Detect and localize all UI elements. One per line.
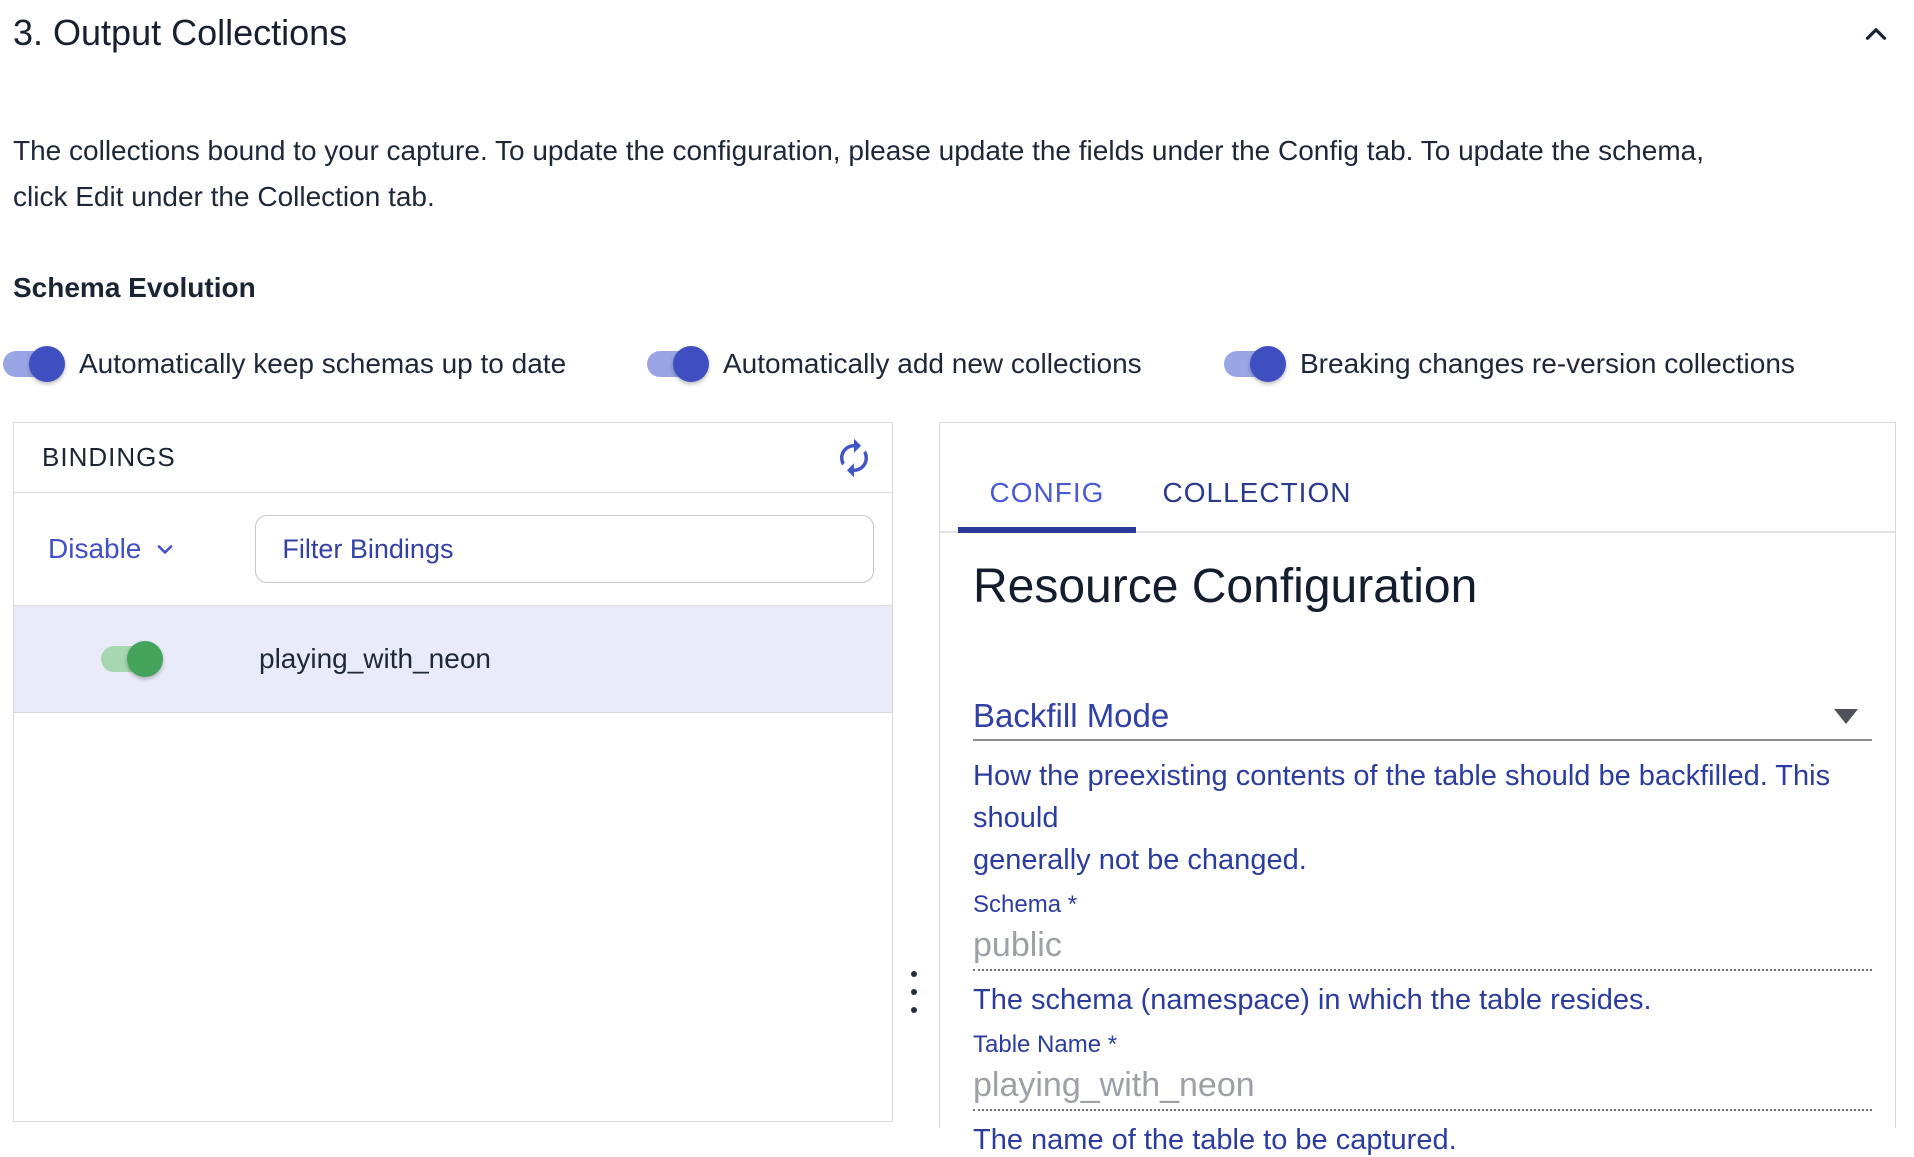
table-name-field-description: The name of the table to be captured. [973, 1123, 1870, 1157]
collapse-section-button[interactable] [1858, 16, 1894, 52]
drag-dot-icon [911, 1007, 917, 1013]
backfill-underline [973, 739, 1872, 741]
toggle-breaking-changes-reversion[interactable]: Breaking changes re-version collections [1222, 338, 1795, 390]
chevron-up-icon [1859, 17, 1893, 51]
switch-on-icon [645, 344, 709, 384]
table-name-field-underline [973, 1109, 1872, 1111]
binding-name: playing_with_neon [259, 643, 491, 675]
toggle-add-new-collections[interactable]: Automatically add new collections [645, 338, 1142, 390]
caret-down-icon [1834, 709, 1858, 724]
page-title: 3. Output Collections [13, 12, 347, 54]
backfill-mode-select[interactable]: Backfill Mode [973, 698, 1872, 734]
table-name-field-input [973, 1065, 1872, 1105]
section-description: The collections bound to your capture. T… [13, 128, 1893, 220]
drag-dot-icon [911, 989, 917, 995]
binding-row-playing-with-neon[interactable]: playing_with_neon [14, 606, 892, 713]
disable-label: Disable [48, 533, 141, 565]
tab-collection[interactable]: COLLECTION [1136, 423, 1378, 531]
bindings-panel: BINDINGS Disable playing_with_neon [13, 422, 893, 1122]
backfill-mode-label: Backfill Mode [973, 698, 1169, 734]
switch-on-icon [1, 344, 65, 384]
toggle-label: Automatically add new collections [723, 348, 1142, 380]
tab-config[interactable]: CONFIG [958, 423, 1136, 531]
refresh-bindings-button[interactable] [832, 436, 876, 480]
switch-on-icon [1222, 344, 1286, 384]
toggle-keep-schemas-up-to-date[interactable]: Automatically keep schemas up to date [1, 338, 566, 390]
table-name-field-label: Table Name * [973, 1031, 1870, 1059]
disable-dropdown-button[interactable]: Disable [48, 533, 177, 565]
toggle-label: Breaking changes re-version collections [1300, 348, 1795, 380]
panel-resize-handle[interactable] [903, 960, 925, 1024]
schema-field-label: Schema * [973, 891, 1870, 919]
bindings-controls-row: Disable [14, 493, 892, 606]
filter-bindings-input[interactable] [260, 534, 869, 565]
schema-evolution-heading: Schema Evolution [13, 272, 256, 304]
schema-field-input [973, 925, 1872, 965]
backfill-description: How the preexisting contents of the tabl… [973, 755, 1883, 881]
bindings-title: BINDINGS [42, 442, 176, 473]
drag-dot-icon [911, 971, 917, 977]
filter-bindings-field [255, 515, 874, 583]
chevron-down-icon [153, 537, 177, 561]
refresh-icon [833, 437, 875, 479]
schema-field-underline [973, 969, 1872, 971]
toggle-label: Automatically keep schemas up to date [79, 348, 566, 380]
binding-details-panel: CONFIG COLLECTION Resource Configuration… [939, 422, 1896, 1128]
details-tabs: CONFIG COLLECTION [940, 423, 1895, 533]
binding-enabled-switch[interactable] [99, 639, 163, 679]
schema-field-description: The schema (namespace) in which the tabl… [973, 983, 1870, 1017]
active-tab-indicator [958, 527, 1136, 533]
bindings-panel-header: BINDINGS [14, 423, 892, 493]
resource-configuration-heading: Resource Configuration [973, 559, 1870, 614]
